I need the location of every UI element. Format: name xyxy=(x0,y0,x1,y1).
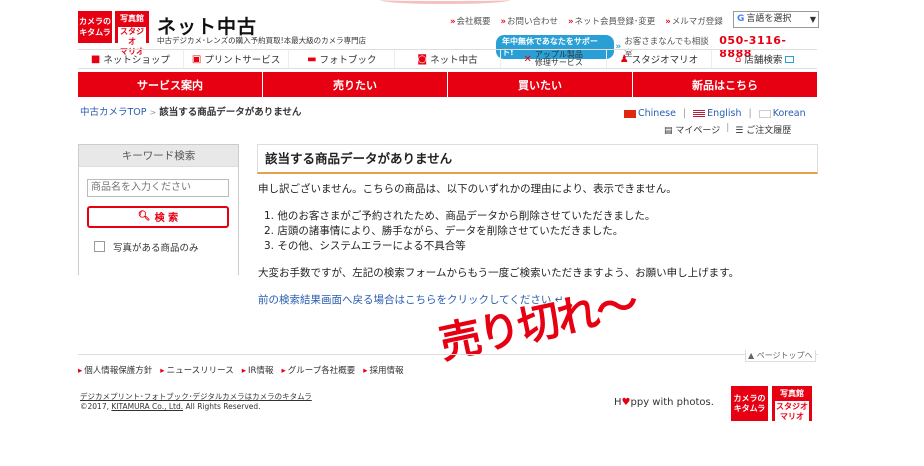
breadcrumb-home[interactable]: 中古カメラTOP xyxy=(80,107,147,118)
main-content: 申し訳ございません。こちらの商品は、以下のいずれかの理由により、表示できません。… xyxy=(258,182,818,308)
util-link-newsletter[interactable]: »メルマガ登録 xyxy=(665,15,723,27)
footer-link-recruit[interactable]: ▸ 採用情報 xyxy=(363,364,403,376)
footer-studio-mario-logo[interactable]: 写真館 スタジオ マリオ xyxy=(772,386,812,423)
util-link-contact[interactable]: »お問い合わせ xyxy=(501,15,559,27)
shop-icon: ■ xyxy=(90,53,101,65)
footer-kitamura-logo[interactable]: カメラの キタムラ xyxy=(731,386,768,421)
search-button[interactable]: 🔍︎ 検 索 xyxy=(87,205,229,228)
page-top-link[interactable]: ▲ ページトップへ xyxy=(745,350,816,362)
closing-text: 大変お手数ですが、左記の検索フォームからもう一度ご検索いただきますよう、お願い申… xyxy=(258,267,740,279)
keyword-search-title: キーワード検索 xyxy=(79,145,238,167)
lang-korean[interactable]: Korean xyxy=(758,108,806,119)
service-studio-mario[interactable]: ♟ スタジオマリオ xyxy=(607,50,713,68)
order-history-link[interactable]: ☰ ご注文履歴 xyxy=(735,123,791,136)
copyright: ©2017, KITAMURA Co., Ltd. All Rights Res… xyxy=(80,402,261,411)
reason-list: 1. 他のお客さまがご予約されたため、商品データから削除させていただきました。 … xyxy=(258,209,818,254)
camera-icon: ◙ xyxy=(417,53,428,65)
nav-services[interactable]: サービス案内 xyxy=(78,72,263,97)
footer-link-privacy[interactable]: ▸ 個人情報保護方針 xyxy=(78,364,152,376)
lang-english[interactable]: English xyxy=(693,108,741,119)
util-link-company[interactable]: »会社概要 xyxy=(450,15,491,27)
site-header: カメラの キタムラ 写真館 スタジオ マリオ ネット中古 中古デジカメ･レンズの購… xyxy=(78,8,819,60)
studio-mario-logo[interactable]: 写真館 スタジオ マリオ xyxy=(115,11,149,56)
happy-with-photos-slogan: H♥ppy with photos. xyxy=(614,397,714,408)
reason-item: 1. 他のお客さまがご予約されたため、商品データから削除させていただきました。 xyxy=(264,210,656,222)
us-flag-icon xyxy=(693,109,706,118)
service-print[interactable]: ▣ プリントサービス xyxy=(184,50,290,68)
print-icon: ▣ xyxy=(191,53,202,65)
mypage-link[interactable]: ▤ マイページ xyxy=(664,123,720,136)
studio-icon: ♟ xyxy=(619,53,629,65)
breadcrumb-current: 該当する商品データがありません xyxy=(159,107,302,118)
site-tagline: 中古デジカメ･レンズの購入予約買取!本最大級のカメラ専門店 xyxy=(157,36,367,45)
window-icon xyxy=(785,55,795,63)
triangle-up-icon: ▲ xyxy=(748,351,755,360)
nav-new[interactable]: 新品はこちら xyxy=(633,72,817,97)
language-select[interactable]: G 言語を選択 ▼ xyxy=(733,11,819,28)
intro-text: 申し訳ございません。こちらの商品は、以下のいずれかの理由により、表示できません。 xyxy=(258,183,677,195)
reason-item: 3. その他、システムエラーによる不具合等 xyxy=(264,240,466,252)
search-icon: 🔍︎ xyxy=(137,211,151,222)
chevron-down-icon: ▼ xyxy=(809,15,816,24)
util-link-register[interactable]: »ネット会員登録･変更 xyxy=(568,15,655,27)
breadcrumb: 中古カメラTOP > 該当する商品データがありません xyxy=(80,104,301,118)
footer-link-ir[interactable]: ▸ IR情報 xyxy=(242,364,274,376)
service-used[interactable]: ◙ ネット中古 xyxy=(395,50,501,68)
heart-icon: ♥ xyxy=(621,397,631,408)
lang-chinese[interactable]: Chinese xyxy=(624,108,676,119)
photo-only-option[interactable]: 写真がある商品のみ xyxy=(87,240,230,254)
service-apple-repair[interactable]: ✕ アップル製品 修理サービス xyxy=(501,50,607,68)
footer-link-group[interactable]: ▸ グループ各社概要 xyxy=(281,364,355,376)
language-links: Chinese | English | Korean xyxy=(624,108,806,119)
repair-icon: ✕ xyxy=(523,53,532,65)
google-icon: G xyxy=(737,14,745,24)
breadcrumb-separator: > xyxy=(149,108,157,117)
utility-links: »会社概要 »お問い合わせ »ネット会員登録･変更 »メルマガ登録 xyxy=(450,15,723,27)
company-link[interactable]: KITAMURA Co., Ltd. xyxy=(111,402,183,411)
nav-buy[interactable]: 買いたい xyxy=(448,72,633,97)
mypage-icon: ▤ xyxy=(664,126,673,136)
page-title: 該当する商品データがありません xyxy=(257,144,818,174)
photo-only-checkbox[interactable] xyxy=(94,241,105,252)
nav-sell[interactable]: 売りたい xyxy=(263,72,448,97)
footer-link-news[interactable]: ▸ ニュースリリース xyxy=(160,364,233,376)
china-flag-icon xyxy=(624,109,636,118)
list-icon: ☰ xyxy=(735,126,744,136)
footer-divider xyxy=(78,354,818,355)
store-icon: ⌂ xyxy=(734,53,742,65)
service-photobook[interactable]: ▬ フォトブック xyxy=(289,50,396,68)
footer-brands: デジカメプリント･フォトブック･デジタルカメラはカメラのキタムラ xyxy=(80,392,312,401)
korea-flag-icon xyxy=(758,109,771,118)
main-nav: サービス案内 売りたい 買いたい 新品はこちら xyxy=(78,72,817,97)
service-store-search[interactable]: ⌂ 店舗検索 xyxy=(712,50,817,68)
search-input[interactable] xyxy=(87,178,229,197)
photo-only-label: 写真がある商品のみ xyxy=(113,242,199,254)
keyword-search-panel: キーワード検索 🔍︎検 索 写真がある商品のみ xyxy=(78,144,239,275)
top-decoration xyxy=(380,0,510,4)
service-netshop[interactable]: ■ ネットショップ xyxy=(78,50,184,68)
kitamura-logo[interactable]: カメラの キタムラ xyxy=(78,11,112,43)
photobook-icon: ▬ xyxy=(307,53,317,65)
footer-links: ▸ 個人情報保護方針 ▸ ニュースリリース ▸ IR情報 ▸ グループ各社概要 ▸ 採用情… xyxy=(78,364,404,376)
account-links: ▤ マイページ | ☰ ご注文履歴 xyxy=(664,123,792,136)
reason-item: 2. 店頭の諸事情により、勝手ながら、データを削除させていただきました。 xyxy=(264,225,624,237)
service-bar: ■ ネットショップ ▣ プリントサービス ▬ フォトブック ◙ ネット中古 ✕ アップル製… xyxy=(78,49,817,69)
